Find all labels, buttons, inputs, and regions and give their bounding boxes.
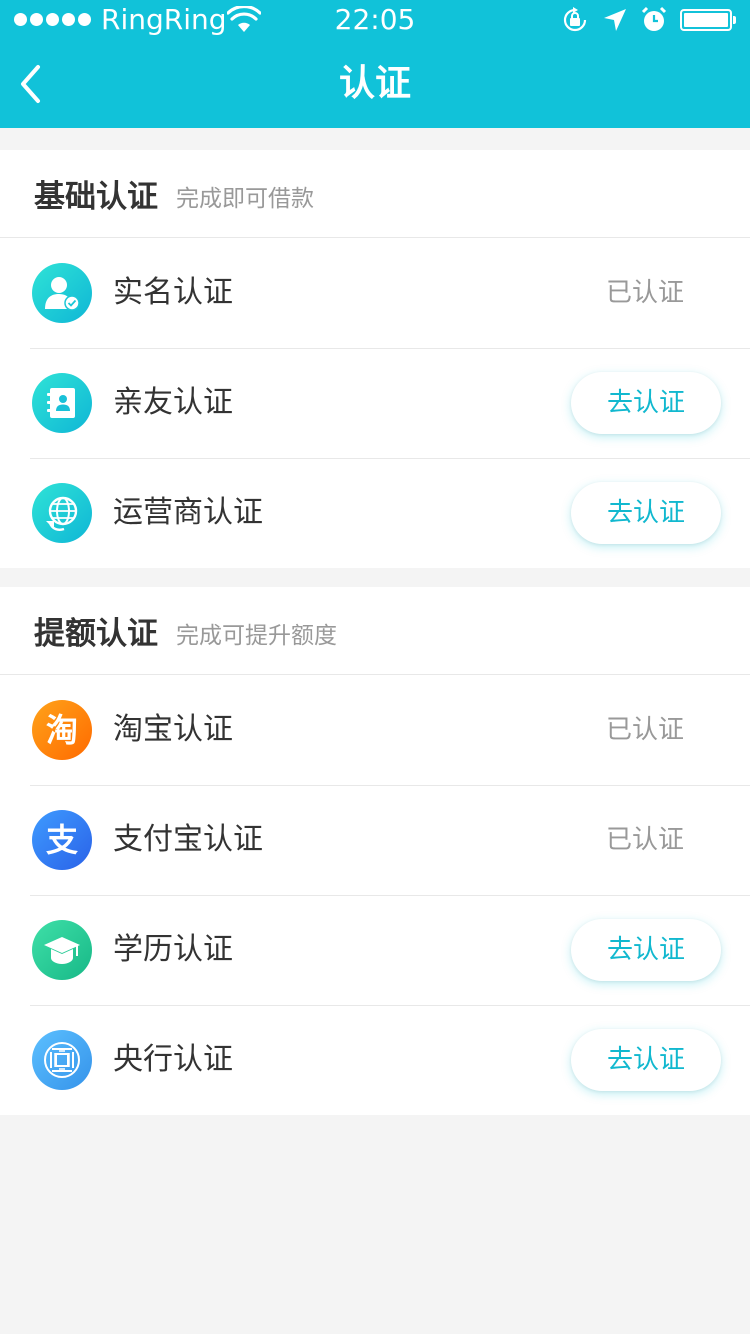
orientation-lock-icon [563,7,587,32]
taobao-icon: 淘 [32,700,92,760]
status-bar: RingRing 22:05 [0,0,750,40]
alarm-clock-icon [641,6,667,31]
section-subtitle: 完成即可借款 [176,185,314,212]
basic-verification-section: 基础认证 完成即可借款 实名认证 已认证 亲友认证 去认证 运营商认证 去认证 [0,150,750,568]
user-verified-icon [32,263,92,323]
page-title: 认证 [338,63,411,104]
section-title: 提额认证 [34,616,158,652]
verify-button[interactable]: 去认证 [571,372,721,434]
verify-button[interactable]: 去认证 [571,919,721,981]
central-bank-icon [32,1030,92,1090]
taobao-glyph: 淘 [45,711,78,749]
status-label: 已认证 [605,825,684,855]
item-label: 实名认证 [113,275,233,310]
globe-refresh-icon [32,483,92,543]
nav-bar: 认证 [0,40,750,128]
alipay-glyph: 支 [45,821,78,859]
status-label: 已认证 [605,715,684,745]
list-item-contacts[interactable]: 亲友认证 去认证 [0,348,750,458]
item-label: 学历认证 [113,932,233,967]
section-header: 基础认证 完成即可借款 [0,150,750,238]
list-item-taobao[interactable]: 淘 淘宝认证 已认证 [0,675,750,785]
section-title: 基础认证 [34,179,158,215]
list-item-central-bank[interactable]: 央行认证 去认证 [0,1005,750,1115]
item-label: 央行认证 [113,1042,233,1077]
item-label: 支付宝认证 [113,822,263,857]
section-header: 提额认证 完成可提升额度 [0,587,750,675]
item-label: 淘宝认证 [113,712,233,747]
list-item-alipay[interactable]: 支 支付宝认证 已认证 [0,785,750,895]
app-header: RingRing 22:05 认证 [0,0,750,128]
item-label: 亲友认证 [113,385,233,420]
credit-boost-section: 提额认证 完成可提升额度 淘 淘宝认证 已认证 支 支付宝认证 已认证 学历认证… [0,587,750,1115]
verify-button[interactable]: 去认证 [571,1029,721,1091]
list-item-education[interactable]: 学历认证 去认证 [0,895,750,1005]
item-label: 运营商认证 [113,495,263,530]
verify-button[interactable]: 去认证 [571,482,721,544]
battery-icon [680,9,736,31]
list-item-real-name[interactable]: 实名认证 已认证 [0,238,750,348]
graduation-cap-icon [32,920,92,980]
contacts-book-icon [32,373,92,433]
list-item-carrier[interactable]: 运营商认证 去认证 [0,458,750,568]
section-subtitle: 完成可提升额度 [176,622,337,649]
location-arrow-icon [604,9,626,31]
status-label: 已认证 [605,278,684,308]
alipay-icon: 支 [32,810,92,870]
status-icons [560,5,736,35]
